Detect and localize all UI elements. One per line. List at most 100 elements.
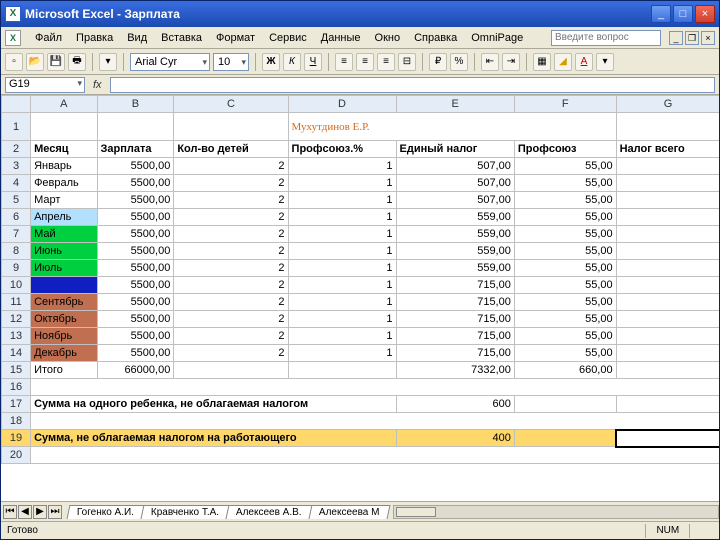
cell[interactable]: [174, 362, 288, 379]
cell[interactable]: 2: [174, 209, 288, 226]
cell[interactable]: 2: [174, 226, 288, 243]
cell[interactable]: [616, 209, 719, 226]
cell[interactable]: Февраль: [31, 175, 97, 192]
row-header[interactable]: 6: [2, 209, 31, 226]
cell[interactable]: 715,00: [396, 311, 514, 328]
sheet-tab[interactable]: Алексеев А.В.: [226, 505, 313, 519]
row-header[interactable]: 13: [2, 328, 31, 345]
menu-tools[interactable]: Сервис: [263, 30, 313, 46]
cell[interactable]: Апрель: [31, 209, 97, 226]
cell[interactable]: 1: [288, 226, 396, 243]
header-cell[interactable]: Зарплата: [97, 141, 174, 158]
cell[interactable]: 5500,00: [97, 158, 174, 175]
fx-button[interactable]: fx: [93, 79, 102, 91]
cell[interactable]: 5500,00: [97, 277, 174, 294]
cell[interactable]: 55,00: [514, 260, 616, 277]
scroll-thumb[interactable]: [396, 507, 436, 517]
tab-nav-first-icon[interactable]: ⏮: [3, 505, 17, 519]
cell[interactable]: 5500,00: [97, 209, 174, 226]
header-cell[interactable]: Месяц: [31, 141, 97, 158]
cell[interactable]: 55,00: [514, 175, 616, 192]
underline-icon[interactable]: Ч: [304, 53, 322, 71]
cell[interactable]: [616, 277, 719, 294]
horizontal-scrollbar[interactable]: [393, 505, 719, 519]
name-box[interactable]: G19: [5, 77, 85, 93]
cell[interactable]: [616, 362, 719, 379]
borders-icon[interactable]: ▦: [533, 53, 551, 71]
cell[interactable]: [31, 447, 719, 464]
cell[interactable]: 2: [174, 294, 288, 311]
cell[interactable]: 1: [288, 192, 396, 209]
row-header[interactable]: 16: [2, 379, 31, 396]
cell[interactable]: 2: [174, 277, 288, 294]
col-header[interactable]: D: [288, 96, 396, 113]
currency-icon[interactable]: ₽: [429, 53, 447, 71]
cell[interactable]: 5500,00: [97, 192, 174, 209]
cell[interactable]: [616, 226, 719, 243]
worksheet-grid[interactable]: A B C D E F G 1 Мухутдинов Е.Р. 2 Месяц …: [1, 95, 719, 501]
cell[interactable]: 55,00: [514, 209, 616, 226]
tab-nav-prev-icon[interactable]: ◀: [18, 505, 32, 519]
cell[interactable]: 5500,00: [97, 243, 174, 260]
menu-help[interactable]: Справка: [408, 30, 463, 46]
align-right-icon[interactable]: ≡: [377, 53, 395, 71]
cell[interactable]: [616, 158, 719, 175]
sheet-tab[interactable]: Кравченко Т.А.: [141, 505, 230, 519]
col-header[interactable]: B: [97, 96, 174, 113]
cell[interactable]: Август: [31, 277, 97, 294]
col-header[interactable]: C: [174, 96, 288, 113]
cell[interactable]: 559,00: [396, 260, 514, 277]
row-header[interactable]: 14: [2, 345, 31, 362]
italic-icon[interactable]: К: [283, 53, 301, 71]
header-cell[interactable]: Единый налог: [396, 141, 514, 158]
cell[interactable]: 1: [288, 277, 396, 294]
font-color-icon[interactable]: A: [575, 53, 593, 71]
col-header[interactable]: F: [514, 96, 616, 113]
row-header[interactable]: 4: [2, 175, 31, 192]
cell[interactable]: 7332,00: [396, 362, 514, 379]
cell[interactable]: 1: [288, 294, 396, 311]
cell[interactable]: 507,00: [396, 175, 514, 192]
cell[interactable]: 2: [174, 345, 288, 362]
cell[interactable]: 2: [174, 243, 288, 260]
menu-window[interactable]: Окно: [369, 30, 407, 46]
active-cell[interactable]: [616, 430, 719, 447]
row-header[interactable]: 10: [2, 277, 31, 294]
cell[interactable]: 660,00: [514, 362, 616, 379]
ask-question-input[interactable]: [551, 30, 661, 46]
cell[interactable]: 1: [288, 260, 396, 277]
formula-input[interactable]: [110, 77, 715, 93]
increase-indent-icon[interactable]: ⇥: [502, 53, 520, 71]
decrease-indent-icon[interactable]: ⇤: [481, 53, 499, 71]
select-all-corner[interactable]: [2, 96, 31, 113]
cell[interactable]: 5500,00: [97, 328, 174, 345]
menu-insert[interactable]: Вставка: [155, 30, 208, 46]
cell[interactable]: [514, 430, 616, 447]
cell[interactable]: 559,00: [396, 243, 514, 260]
cell[interactable]: 5500,00: [97, 345, 174, 362]
cell[interactable]: 55,00: [514, 158, 616, 175]
cell[interactable]: Май: [31, 226, 97, 243]
cell-label[interactable]: Сумма, не облагаемая налогом на работающ…: [31, 430, 396, 447]
cell[interactable]: Июнь: [31, 243, 97, 260]
menu-omnipage[interactable]: OmniPage: [465, 30, 529, 46]
cell[interactable]: 5500,00: [97, 260, 174, 277]
cell[interactable]: 55,00: [514, 277, 616, 294]
menu-format[interactable]: Формат: [210, 30, 261, 46]
cell[interactable]: 55,00: [514, 345, 616, 362]
tab-nav-last-icon[interactable]: ⏭: [48, 505, 62, 519]
doc-title-cell[interactable]: Мухутдинов Е.Р.: [288, 113, 616, 141]
cell[interactable]: 715,00: [396, 277, 514, 294]
cell-value[interactable]: 400: [396, 430, 514, 447]
align-left-icon[interactable]: ≡: [335, 53, 353, 71]
cell[interactable]: [616, 260, 719, 277]
toolbar-options-icon[interactable]: ▾: [99, 53, 117, 71]
print-icon[interactable]: 🖶: [68, 53, 86, 71]
row-header[interactable]: 1: [2, 113, 31, 141]
cell[interactable]: 1: [288, 345, 396, 362]
row-header[interactable]: 5: [2, 192, 31, 209]
cell[interactable]: 507,00: [396, 192, 514, 209]
cell[interactable]: 5500,00: [97, 311, 174, 328]
sheet-tab[interactable]: Алексеева М: [308, 505, 390, 519]
row-header[interactable]: 8: [2, 243, 31, 260]
